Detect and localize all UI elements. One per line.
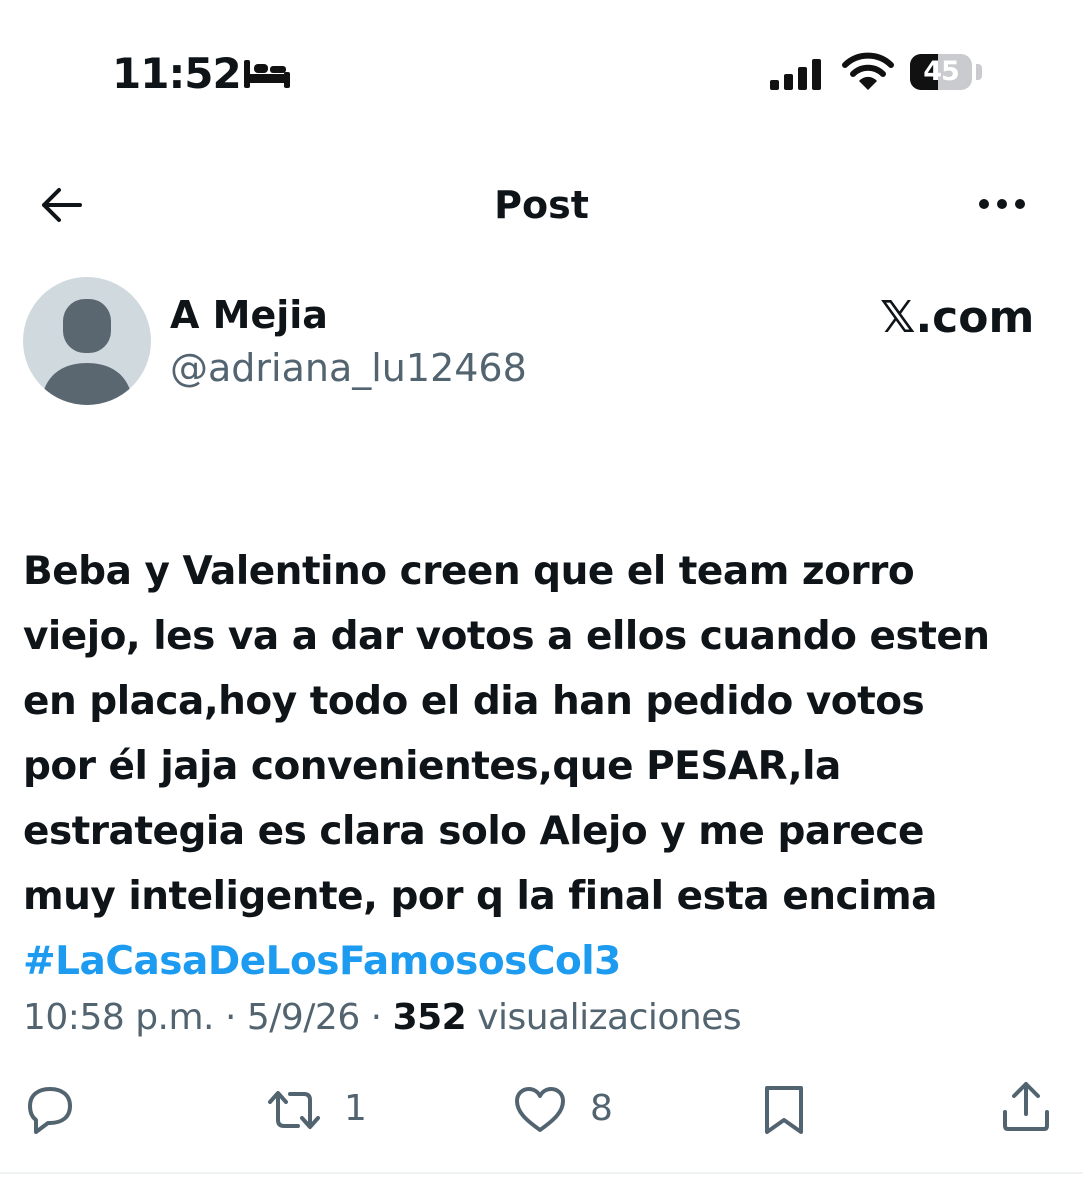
views-count: 352 (392, 997, 467, 1038)
meta-separator: · (359, 997, 393, 1038)
post-time[interactable]: 10:58 p.m. (23, 997, 215, 1038)
retweet-icon[interactable] (266, 1082, 322, 1138)
post-text: Beba y Valentino creen que el team zorro… (23, 474, 1063, 1059)
heart-icon[interactable] (512, 1082, 568, 1138)
signal-icon (770, 59, 821, 90)
default-avatar-icon (41, 299, 133, 405)
more-options-icon[interactable] (976, 192, 1028, 216)
share-icon[interactable] (998, 1078, 1054, 1134)
views-label: visualizaciones (466, 997, 742, 1038)
avatar[interactable] (23, 277, 151, 405)
author-name[interactable]: A Mejia (170, 292, 328, 338)
reply-icon[interactable] (22, 1082, 78, 1138)
battery-icon: 45 (910, 54, 972, 90)
hashtag-link[interactable]: #LaCasaDeLosFamososCol3 (23, 929, 1063, 994)
post-meta: 10:58 p.m. · 5/9/26 · 352 visualizacione… (23, 995, 742, 1041)
status-time: 11:52 (112, 49, 242, 98)
page-title: Post (494, 183, 589, 227)
author-handle[interactable]: @adriana_lu12468 (170, 345, 527, 391)
battery-level-text: 45 (923, 56, 960, 87)
wifi-icon (842, 52, 894, 90)
post-date[interactable]: 5/9/26 (247, 997, 360, 1038)
meta-separator: · (214, 997, 247, 1038)
bed-icon (244, 60, 290, 88)
bookmark-icon[interactable] (756, 1082, 812, 1138)
site-label: 𝕏.com (880, 292, 1035, 343)
divider (0, 1172, 1083, 1174)
retweet-count: 1 (344, 1088, 367, 1129)
battery-cap (976, 64, 982, 80)
post-body: Beba y Valentino creen que el team zorro… (23, 549, 990, 919)
like-count: 8 (590, 1088, 613, 1129)
